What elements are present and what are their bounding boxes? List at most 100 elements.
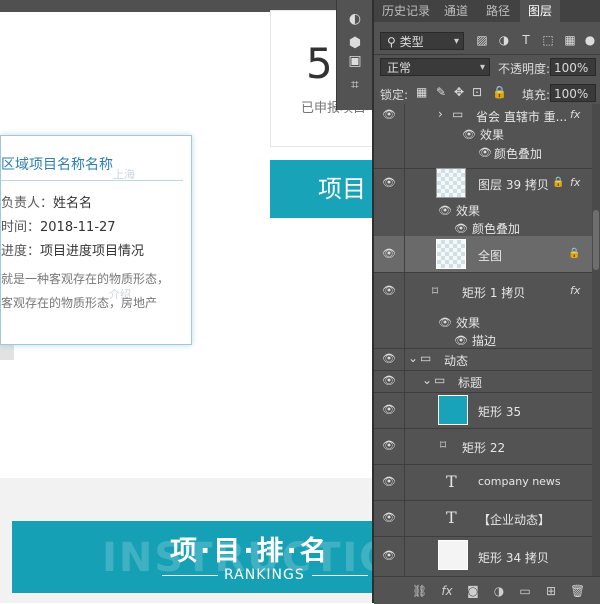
crop-icon[interactable]: ⌗ (345, 76, 365, 94)
card-row-owner: 负责人：姓名名 (1, 192, 92, 211)
filter-image-icon[interactable]: ▨ (476, 34, 488, 46)
row-separator (404, 500, 405, 536)
eye-icon[interactable]: 👁 (382, 285, 396, 296)
eye-icon[interactable]: 👁 (462, 129, 476, 140)
document-canvas[interactable]: 57 已申报项目 项目 区域项目名称名称 上海 负责人：姓名名 时间：2018-… (0, 0, 374, 603)
trash-icon[interactable]: 🗑 (570, 584, 585, 598)
blend-mode-select[interactable]: 正常 ▾ (380, 58, 490, 76)
fill-label: 填充: (522, 88, 551, 102)
layer-row[interactable]: 👁 T company news (374, 464, 592, 501)
eye-icon[interactable]: 👁 (382, 177, 396, 188)
layer-row[interactable]: 👁 ⌑ 矩形 1 拷贝 fx 👁 效果 👁 描边 (374, 272, 592, 349)
lock-artboard-icon[interactable]: ⊡ (472, 85, 482, 99)
mask-icon[interactable]: ◙ (466, 584, 480, 598)
row-separator (404, 236, 405, 272)
layer-thumbnail (436, 239, 466, 269)
ranking-subtitle: RANKINGS (224, 567, 305, 583)
layers-panel: 历史记录 通道 路径 图层 ⚲ 类型 ▾ ▨ ◑ T ⬚ ▦ ● 正常 ▾ 不透明度… (372, 0, 600, 604)
fx-icon[interactable]: fx (570, 284, 580, 297)
chevron-down-icon: ▾ (479, 62, 485, 73)
card-row-date: 时间：2018-11-27 (1, 216, 116, 235)
progress-value: 项目进度项目情况 (40, 244, 145, 259)
filter-adjustment-icon[interactable]: ◑ (498, 34, 510, 46)
layer-row-selected[interactable]: 👁 全图 🔒 (374, 236, 592, 273)
owner-label: 负责人： (1, 196, 54, 211)
filter-toggle-icon[interactable]: ● (584, 34, 596, 46)
layer-group-row[interactable]: 👁 ⌄ ▭ 动态 (374, 348, 592, 371)
eye-icon[interactable]: 👁 (382, 109, 396, 120)
layer-filter-select[interactable]: ⚲ 类型 ▾ (380, 32, 464, 50)
effect-name: 颜色叠加 (472, 222, 521, 236)
row-separator (404, 348, 405, 370)
layer-name: 标题 (458, 376, 483, 390)
fx-icon[interactable]: fx (570, 176, 580, 189)
row-separator (404, 464, 405, 500)
filter-shape-icon[interactable]: ⬚ (542, 34, 554, 46)
opacity-input[interactable]: 100% (550, 58, 596, 76)
3d-camera-icon[interactable]: ▣ (345, 52, 365, 70)
eye-icon[interactable]: 👁 (382, 440, 396, 451)
layer-name: 矩形 34 拷贝 (478, 551, 549, 565)
filter-smart-object-icon[interactable]: ▦ (564, 34, 576, 46)
layer-group-row[interactable]: 👁 ⌄ ▭ 标题 (374, 370, 592, 393)
new-group-icon[interactable]: ▭ (518, 584, 532, 598)
chevron-down-icon[interactable]: ⌄ (408, 351, 418, 365)
layer-row[interactable]: 👁 ⌑ 矩形 22 (374, 428, 592, 465)
ranking-line-right (312, 575, 368, 576)
eye-icon[interactable]: 👁 (438, 205, 452, 216)
eye-icon[interactable]: 👁 (382, 404, 396, 415)
tab-channels[interactable]: 通道 (436, 0, 476, 22)
layer-name: 图层 39 拷贝 (478, 178, 549, 192)
eye-icon[interactable]: 👁 (382, 353, 396, 364)
eye-icon[interactable]: 👁 (382, 512, 396, 523)
eye-icon[interactable]: 👁 (454, 335, 468, 346)
fx-icon[interactable]: fx (440, 584, 454, 598)
chevron-down-icon[interactable]: ⌄ (422, 373, 432, 387)
new-layer-icon[interactable]: ⊞ (544, 584, 558, 598)
eye-icon[interactable]: 👁 (478, 147, 492, 158)
date-label: 时间： (1, 220, 41, 235)
lock-position-icon[interactable]: ✥ (454, 85, 464, 99)
circle-half-icon[interactable]: ◐ (345, 10, 365, 28)
layer-row[interactable]: 👁 T 【企业动态】 (374, 500, 592, 537)
eye-icon[interactable]: 👁 (382, 550, 396, 561)
card-desc-line1: 就是一种客观存在的物质形态， (1, 272, 170, 286)
layer-name: 全图 (478, 249, 503, 263)
lock-transparency-icon[interactable]: ▦ (416, 85, 427, 99)
tab-paths[interactable]: 路径 (478, 0, 518, 22)
eye-icon[interactable]: 👁 (382, 375, 396, 386)
tab-layers[interactable]: 图层 (520, 0, 560, 22)
layer-scrollbar[interactable] (592, 104, 600, 576)
lock-pixels-icon[interactable]: ✎ (436, 85, 446, 99)
layer-row[interactable]: 👁 图层 39 拷贝 🔒 fx 👁 效果 👁 颜色叠加 (374, 168, 592, 237)
filter-text-icon[interactable]: T (520, 34, 532, 46)
layer-row[interactable]: 👁 › ▭ 省会 直辖市 重... fx 👁 效果 👁 颜色叠加 (374, 104, 592, 169)
card-title: 区域项目名称名称 (1, 157, 113, 173)
link-icon[interactable]: ⛓ (412, 584, 427, 598)
layer-name: 【企业动态】 (478, 513, 551, 527)
eye-icon[interactable]: 👁 (382, 248, 396, 259)
scrollbar-thumb[interactable] (593, 210, 599, 270)
lock-all-icon[interactable]: 🔒 (492, 85, 507, 99)
layer-row[interactable]: 👁 矩形 35 (374, 392, 592, 429)
text-layer-icon: T (446, 508, 457, 527)
adjustment-layer-icon[interactable]: ◑ (492, 584, 506, 598)
layer-row[interactable]: 👁 矩形 34 拷贝 (374, 536, 592, 576)
tab-history[interactable]: 历史记录 (378, 0, 434, 22)
eye-icon[interactable]: 👁 (454, 223, 468, 234)
layer-list: 👁 › ▭ 省会 直辖市 重... fx 👁 效果 👁 颜色叠加 👁 图层 39… (374, 104, 592, 576)
layer-thumbnail (436, 168, 466, 198)
cube-icon[interactable]: ⬢ (345, 34, 365, 52)
progress-label: 进度： (1, 244, 41, 259)
chevron-right-icon[interactable]: › (438, 107, 443, 121)
fill-value: 100% (554, 87, 589, 101)
layer-name: 动态 (444, 354, 469, 368)
fill-input[interactable]: 100% (550, 84, 596, 102)
eye-icon[interactable]: 👁 (382, 476, 396, 487)
filter-kind-value: 类型 (399, 35, 424, 49)
owner-value: 姓名名 (53, 196, 93, 211)
row-separator (404, 272, 405, 348)
fx-icon[interactable]: fx (570, 108, 580, 121)
eye-icon[interactable]: 👁 (438, 317, 452, 328)
tool-strip: ◐ ⬢ ▣ ⌗ (336, 0, 373, 110)
